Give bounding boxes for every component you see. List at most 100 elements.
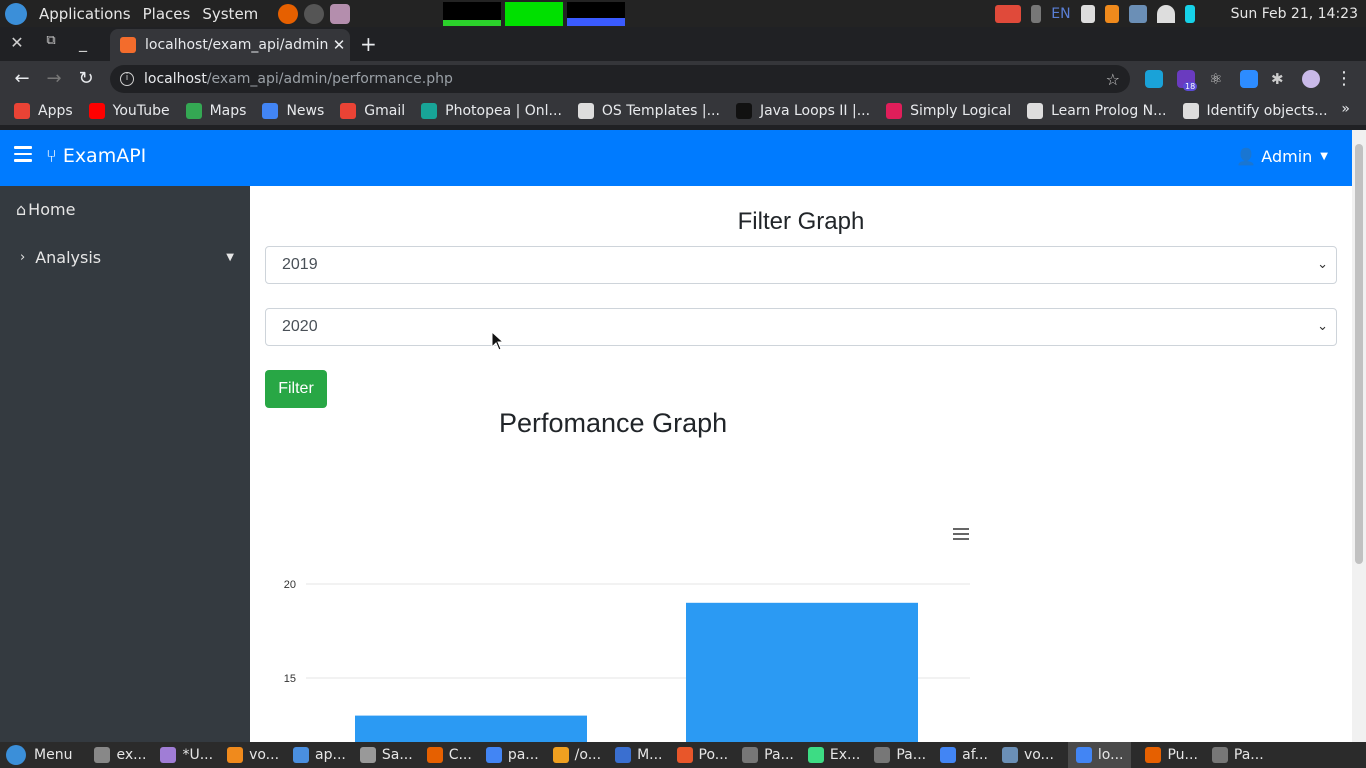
window-minimize-icon[interactable]: _	[72, 33, 94, 52]
address-bar[interactable]: i localhost /exam_api/admin/performance.…	[110, 65, 1130, 93]
taskbar: Menu ex... *U... vo... ap... Sa... C... pa... /…	[0, 742, 1366, 768]
year-to-select[interactable]: 2020 ⌄	[265, 308, 1337, 346]
admin-user-menu[interactable]: 👤 Admin ▼	[1236, 147, 1328, 166]
chevron-right-icon: ›	[20, 250, 26, 265]
sidebar-item-home[interactable]: ⌂ Home	[16, 200, 75, 219]
bookmark-item[interactable]: Java Loops II |...	[735, 103, 870, 119]
bookmark-item[interactable]: Simply Logical	[886, 103, 1011, 119]
start-menu-button[interactable]: Menu	[0, 745, 80, 765]
taskbar-task[interactable]: *U...	[160, 747, 213, 763]
task-app-icon	[485, 747, 502, 763]
admin-label: Admin	[1261, 147, 1313, 166]
brand[interactable]: ⑂ ExamAPI	[46, 145, 146, 167]
back-icon[interactable]: ←	[10, 68, 34, 89]
taskbar-task[interactable]: Pa...	[742, 747, 794, 763]
taskbar-task[interactable]: M...	[615, 747, 663, 763]
new-tab-icon[interactable]: +	[360, 32, 377, 56]
taskbar-task[interactable]: Pa...	[874, 747, 926, 763]
filter-button[interactable]: Filter	[265, 370, 327, 408]
reload-icon[interactable]: ↻	[74, 68, 98, 89]
scrollbar-thumb[interactable]	[1355, 144, 1363, 564]
zoom-extension-icon[interactable]	[1240, 70, 1258, 88]
extension-screencast-icon[interactable]	[1145, 70, 1163, 88]
bookmark-item[interactable]: News	[262, 103, 324, 119]
task-label: Po...	[698, 747, 729, 763]
maps-icon	[185, 103, 202, 119]
task-app-icon	[1145, 747, 1162, 763]
task-app-icon	[94, 747, 111, 763]
sidebar-item-analysis[interactable]: › Analysis ▼	[20, 248, 236, 267]
taskbar-task[interactable]: vo...	[227, 747, 279, 763]
mouse-cursor-icon	[491, 331, 505, 351]
bookmark-item[interactable]: OS Templates |...	[577, 103, 720, 119]
taskbar-task[interactable]: pa...	[485, 747, 539, 763]
bookmark-label: Gmail	[364, 103, 406, 119]
system-menu[interactable]: System	[196, 5, 264, 23]
site-info-icon[interactable]: i	[120, 72, 134, 86]
volume-icon[interactable]	[1080, 4, 1095, 23]
bookmark-item[interactable]: Apps	[14, 103, 73, 119]
taskbar-task[interactable]: lo...	[1067, 742, 1132, 768]
terminal-launcher-icon[interactable]	[304, 3, 325, 24]
task-label: Pa...	[1233, 747, 1264, 763]
taskbar-task[interactable]: Sa...	[359, 747, 413, 763]
bookmark-item[interactable]: Gmail	[340, 103, 405, 119]
taskbar-task[interactable]: /o...	[552, 747, 602, 763]
forward-icon[interactable]: →	[42, 68, 66, 89]
text-editor-launcher-icon[interactable]	[330, 3, 351, 24]
bookmark-star-icon[interactable]: ☆	[1106, 70, 1120, 89]
taskbar-task[interactable]: Po...	[676, 747, 729, 763]
performance-bar-chart: 101520	[284, 579, 970, 742]
filter-title: Filter Graph	[737, 208, 865, 235]
task-app-icon	[676, 747, 693, 763]
taskbar-task[interactable]: C...	[426, 747, 472, 763]
window-restore-icon[interactable]: ⧉	[40, 33, 62, 48]
bookmark-item[interactable]: YouTube	[88, 103, 170, 119]
system-logo-icon[interactable]	[5, 2, 27, 25]
browser-tab[interactable]: localhost/exam_api/admin ✕	[110, 29, 350, 61]
profile-avatar[interactable]	[1302, 70, 1320, 88]
chevron-down-icon: ⌄	[1317, 256, 1328, 271]
url-host: localhost	[144, 71, 207, 87]
bookmark-item[interactable]: Maps	[185, 103, 246, 119]
update-manager-icon[interactable]	[1128, 4, 1147, 23]
vlc-tray-icon[interactable]	[1104, 4, 1119, 23]
page-scrollbar[interactable]	[1352, 130, 1366, 742]
taskbar-task[interactable]: ex...	[94, 747, 146, 763]
places-menu[interactable]: Places	[137, 5, 197, 23]
firefox-launcher-icon[interactable]	[278, 3, 299, 24]
taskbar-task[interactable]: af...	[940, 747, 988, 763]
taskbar-task[interactable]: Pa...	[1211, 747, 1264, 763]
tab-close-icon[interactable]: ✕	[328, 36, 350, 54]
bookmarks-overflow-icon[interactable]: »	[1341, 101, 1350, 117]
bluetooth-icon[interactable]	[1031, 4, 1042, 23]
taskbar-task[interactable]: Ex...	[807, 747, 860, 763]
chart-bar[interactable]	[686, 602, 918, 742]
taskbar-task[interactable]: Pu...	[1145, 747, 1198, 763]
anydesk-icon[interactable]	[995, 4, 1022, 23]
task-app-icon	[1001, 747, 1018, 763]
window-close-icon[interactable]: ✕	[6, 33, 28, 52]
browser-menu-icon[interactable]: ⋮	[1332, 68, 1356, 89]
react-devtools-icon[interactable]: ⚛	[1209, 70, 1227, 88]
sidebar-toggle-icon[interactable]	[14, 146, 32, 166]
memory-monitor-graph	[505, 1, 564, 26]
keyboard-layout[interactable]: EN	[1051, 6, 1070, 22]
extensions-puzzle-icon[interactable]: ✱	[1271, 70, 1289, 88]
clock[interactable]: Sun Feb 21, 14:23	[1231, 6, 1358, 22]
taskbar-task[interactable]: vo...	[1001, 747, 1054, 763]
task-label: pa...	[507, 747, 539, 763]
extension-badge-count: 18	[1183, 82, 1198, 91]
taskbar-task[interactable]: ap...	[293, 747, 346, 763]
battery-icon[interactable]	[1184, 4, 1195, 23]
task-label: /o...	[574, 747, 602, 763]
wifi-icon[interactable]	[1156, 4, 1175, 23]
applications-menu[interactable]: Applications	[33, 5, 137, 23]
chart-bar[interactable]	[355, 715, 587, 742]
bookmark-item[interactable]: Learn Prolog N...	[1027, 103, 1167, 119]
year-from-select[interactable]: 2019 ⌄	[265, 246, 1337, 284]
task-label: Pu...	[1167, 747, 1198, 763]
bookmark-item[interactable]: Identify objects...	[1182, 103, 1328, 119]
y-tick-label: 15	[284, 673, 296, 685]
bookmark-item[interactable]: Photopea | Onl...	[421, 103, 562, 119]
